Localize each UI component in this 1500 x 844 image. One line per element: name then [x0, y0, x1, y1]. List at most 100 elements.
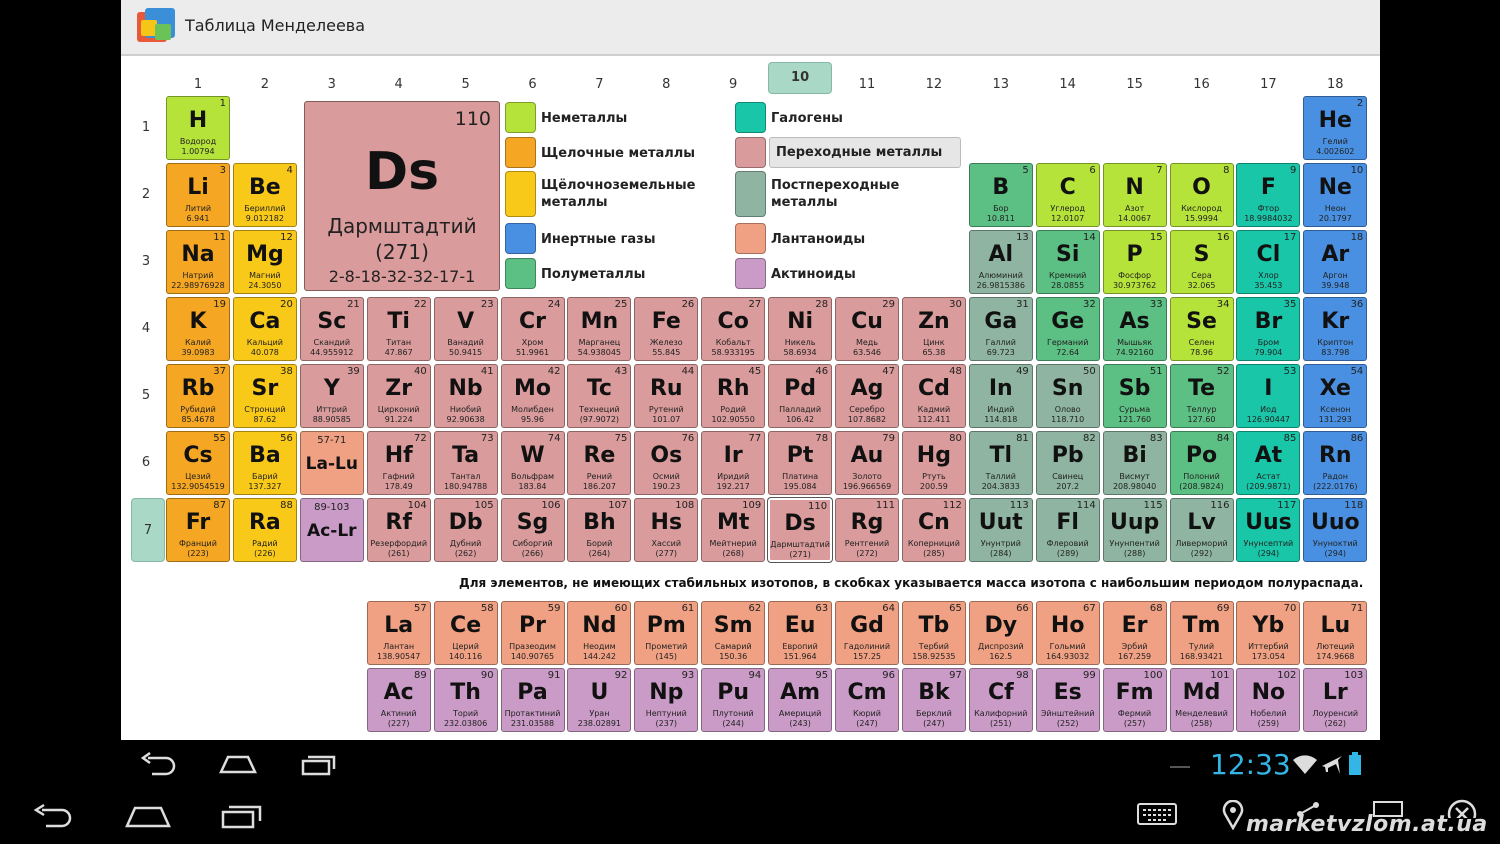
element-lu[interactable]: 71 Lu Лютеций 174.9668 — [1303, 601, 1368, 665]
element-pr[interactable]: 59 Pr Празеодим 140.90765 — [500, 601, 565, 665]
element-mt[interactable]: 109 Mt Мейтнерий (268) — [701, 498, 766, 562]
element-c[interactable]: 6 C Углерод 12.0107 — [1035, 163, 1100, 227]
element-ni[interactable]: 28 Ni Никель 58.6934 — [768, 297, 833, 361]
element-sc[interactable]: 21 Sc Скандий 44.955912 — [299, 297, 364, 361]
element-zn[interactable]: 30 Zn Цинк 65.38 — [901, 297, 966, 361]
element-rb[interactable]: 37 Rb Рубидий 85.4678 — [166, 364, 230, 428]
element-mo[interactable]: 42 Mo Молибден 95.96 — [500, 364, 565, 428]
element-th[interactable]: 90 Th Торий 232.03806 — [433, 668, 498, 732]
element-cn[interactable]: 112 Cn Коперниций (285) — [901, 498, 966, 562]
element-uut[interactable]: 113 Uut Унунтрий (284) — [968, 498, 1033, 562]
element-h[interactable]: 1 H Водород 1.00794 — [166, 96, 230, 160]
element-nb[interactable]: 41 Nb Ниобий 92.90638 — [433, 364, 498, 428]
element-uup[interactable]: 115 Uup Унунпентий (288) — [1102, 498, 1167, 562]
element-cf[interactable]: 98 Cf Калифорний (251) — [968, 668, 1033, 732]
group-number-3[interactable]: 3 — [300, 70, 364, 100]
element-mn[interactable]: 25 Mn Марганец 54.938045 — [567, 297, 632, 361]
actinide-series-button[interactable]: 89-103 Ac-Lr — [299, 498, 364, 562]
group-number-10[interactable]: 10 — [768, 62, 833, 94]
location-icon[interactable] — [1222, 800, 1244, 830]
element-eu[interactable]: 63 Eu Европий 151.964 — [768, 601, 833, 665]
element-o[interactable]: 8 O Кислород 15.9994 — [1169, 163, 1234, 227]
element-pd[interactable]: 46 Pd Палладий 106.42 — [768, 364, 833, 428]
element-na[interactable]: 11 Na Натрий 22.98976928 — [166, 230, 230, 294]
element-y[interactable]: 39 Y Иттрий 88.90585 — [299, 364, 364, 428]
element-pu[interactable]: 94 Pu Плутоний (244) — [701, 668, 766, 732]
element-ag[interactable]: 47 Ag Серебро 107.8682 — [835, 364, 899, 428]
element-pb[interactable]: 82 Pb Свинец 207.2 — [1035, 431, 1100, 495]
system-home-icon[interactable] — [124, 802, 172, 830]
lanthanide-series-button[interactable]: 57-71 La-Lu — [299, 431, 364, 495]
element-np[interactable]: 93 Np Нептуний (237) — [634, 668, 699, 732]
element-ge[interactable]: 32 Ge Германий 72.64 — [1035, 297, 1100, 361]
element-hf[interactable]: 72 Hf Гафний 178.49 — [366, 431, 431, 495]
home-icon[interactable] — [218, 752, 258, 778]
element-re[interactable]: 75 Re Рений 186.207 — [567, 431, 632, 495]
element-os[interactable]: 76 Os Осмий 190.23 — [634, 431, 699, 495]
element-mg[interactable]: 12 Mg Магний 24.3050 — [232, 230, 297, 294]
element-fm[interactable]: 100 Fm Фермий (257) — [1102, 668, 1167, 732]
element-as[interactable]: 33 As Мышьяк 74.92160 — [1102, 297, 1167, 361]
element-he[interactable]: 2 He Гелий 4.002602 — [1303, 96, 1368, 160]
element-la[interactable]: 57 La Лантан 138.90547 — [366, 601, 431, 665]
element-db[interactable]: 105 Db Дубний (262) — [433, 498, 498, 562]
element-w[interactable]: 74 W Вольфрам 183.84 — [500, 431, 565, 495]
element-xe[interactable]: 54 Xe Ксенон 131.293 — [1303, 364, 1368, 428]
back-icon[interactable] — [140, 752, 178, 778]
element-am[interactable]: 95 Am Америций (243) — [768, 668, 833, 732]
element-ac[interactable]: 89 Ac Актиний (227) — [366, 668, 431, 732]
group-number-4[interactable]: 4 — [367, 70, 431, 100]
element-pa[interactable]: 91 Pa Протактиний 231.03588 — [500, 668, 565, 732]
system-back-icon[interactable] — [32, 802, 76, 830]
group-number-8[interactable]: 8 — [634, 70, 698, 100]
element-fl[interactable]: 114 Fl Флеровий (289) — [1035, 498, 1100, 562]
element-er[interactable]: 68 Er Эрбий 167.259 — [1102, 601, 1167, 665]
element-br[interactable]: 35 Br Бром 79.904 — [1236, 297, 1301, 361]
element-ru[interactable]: 44 Ru Рутений 101.07 — [634, 364, 699, 428]
element-v[interactable]: 23 V Ванадий 50.9415 — [433, 297, 498, 361]
element-hs[interactable]: 108 Hs Хассий (277) — [634, 498, 699, 562]
element-nd[interactable]: 60 Nd Неодим 144.242 — [567, 601, 632, 665]
group-number-9[interactable]: 9 — [701, 70, 765, 100]
element-ga[interactable]: 31 Ga Галлий 69.723 — [968, 297, 1033, 361]
element-ra[interactable]: 88 Ra Радий (226) — [232, 498, 297, 562]
keyboard-icon[interactable] — [1136, 802, 1178, 826]
element-sr[interactable]: 38 Sr Стронций 87.62 — [232, 364, 297, 428]
element-tb[interactable]: 65 Tb Тербий 158.92535 — [901, 601, 966, 665]
period-number-5[interactable]: 5 — [131, 364, 161, 428]
element-gd[interactable]: 64 Gd Гадолиний 157.25 — [835, 601, 899, 665]
element-u[interactable]: 92 U Уран 238.02891 — [567, 668, 632, 732]
element-ar[interactable]: 18 Ar Аргон 39.948 — [1303, 230, 1368, 294]
element-at[interactable]: 85 At Астат (209.9871) — [1236, 431, 1301, 495]
element-n[interactable]: 7 N Азот 14.0067 — [1102, 163, 1167, 227]
system-recent-apps-icon[interactable] — [220, 802, 264, 830]
period-number-2[interactable]: 2 — [131, 163, 161, 227]
element-sb[interactable]: 51 Sb Сурьма 121.760 — [1102, 364, 1167, 428]
element-cs[interactable]: 55 Cs Цезий 132.9054519 — [166, 431, 230, 495]
element-sn[interactable]: 50 Sn Олово 118.710 — [1035, 364, 1100, 428]
element-au[interactable]: 79 Au Золото 196.966569 — [835, 431, 899, 495]
element-zr[interactable]: 40 Zr Цирконий 91.224 — [366, 364, 431, 428]
element-cl[interactable]: 17 Cl Хлор 35.453 — [1236, 230, 1301, 294]
element-hg[interactable]: 80 Hg Ртуть 200.59 — [901, 431, 966, 495]
element-k[interactable]: 19 K Калий 39.0983 — [166, 297, 230, 361]
element-se[interactable]: 34 Se Селен 78.96 — [1169, 297, 1234, 361]
element-ce[interactable]: 58 Ce Церий 140.116 — [433, 601, 498, 665]
element-sg[interactable]: 106 Sg Сиборгий (266) — [500, 498, 565, 562]
element-kr[interactable]: 36 Kr Криптон 83.798 — [1303, 297, 1368, 361]
element-uus[interactable]: 117 Uus Унунсептий (294) — [1236, 498, 1301, 562]
element-ca[interactable]: 20 Ca Кальций 40.078 — [232, 297, 297, 361]
period-number-7[interactable]: 7 — [131, 498, 165, 562]
group-number-12[interactable]: 12 — [902, 70, 966, 100]
element-rf[interactable]: 104 Rf Резерфордий (261) — [366, 498, 431, 562]
element-in[interactable]: 49 In Индий 114.818 — [968, 364, 1033, 428]
element-lv[interactable]: 116 Lv Ливерморий (292) — [1169, 498, 1234, 562]
element-li[interactable]: 3 Li Литий 6.941 — [166, 163, 230, 227]
element-ta[interactable]: 73 Ta Тантал 180.94788 — [433, 431, 498, 495]
group-number-11[interactable]: 11 — [835, 70, 899, 100]
element-ba[interactable]: 56 Ba Барий 137.327 — [232, 431, 297, 495]
group-number-14[interactable]: 14 — [1036, 70, 1100, 100]
element-dy[interactable]: 66 Dy Диспрозий 162.5 — [968, 601, 1033, 665]
element-si[interactable]: 14 Si Кремний 28.0855 — [1035, 230, 1100, 294]
element-tl[interactable]: 81 Tl Таллий 204.3833 — [968, 431, 1033, 495]
